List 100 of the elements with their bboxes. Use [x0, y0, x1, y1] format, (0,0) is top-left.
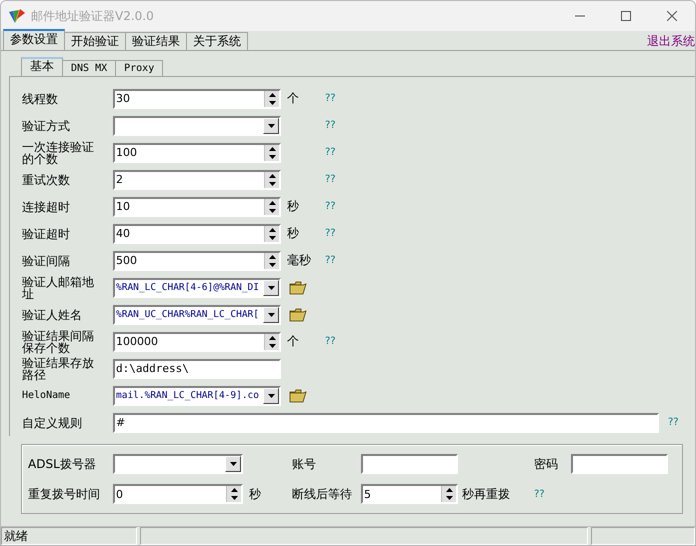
- unit-label: 秒: [248, 486, 262, 502]
- help-link[interactable]: ??: [325, 120, 336, 131]
- input-field[interactable]: 5: [363, 486, 441, 502]
- close-icon: [667, 11, 677, 21]
- help-link[interactable]: ??: [325, 174, 336, 185]
- down-arrow-icon: [230, 496, 238, 500]
- down-arrow-icon: [268, 394, 274, 398]
- folder-icon[interactable]: [289, 308, 307, 322]
- unit-label: 秒: [286, 225, 300, 242]
- spin-box[interactable]: 5: [361, 484, 458, 504]
- up-arrow-icon: [230, 488, 238, 492]
- spin-buttons[interactable]: [226, 486, 241, 502]
- tab[interactable]: 参数设置: [3, 29, 65, 50]
- spin-buttons[interactable]: [264, 334, 279, 350]
- input-field[interactable]: %RAN_UC_CHAR%RAN_LC_CHAR[: [115, 306, 263, 322]
- tab[interactable]: 基本: [21, 57, 63, 76]
- dropdown-button[interactable]: [263, 306, 279, 322]
- down-arrow-icon: [268, 124, 274, 128]
- down-arrow-icon: [268, 286, 274, 290]
- unit-label: 毫秒: [286, 252, 312, 269]
- tab[interactable]: 关于系统: [186, 32, 248, 50]
- window-title: 邮件地址验证器V2.0.0: [31, 8, 155, 24]
- input-field[interactable]: 500: [115, 252, 264, 268]
- down-arrow-icon: [230, 462, 236, 466]
- spin-buttons[interactable]: [264, 172, 279, 188]
- combo-box[interactable]: [113, 454, 243, 474]
- spin-box[interactable]: 10: [113, 196, 281, 216]
- text-box[interactable]: [361, 454, 458, 474]
- field-label: 连接超时: [22, 200, 71, 212]
- spin-box[interactable]: 2: [113, 170, 281, 190]
- dropdown-button[interactable]: [263, 118, 279, 134]
- field-label: 验证间隔: [22, 254, 71, 266]
- text-box[interactable]: [571, 454, 668, 474]
- spin-buttons[interactable]: [264, 226, 279, 242]
- field-label: 验证超时: [22, 228, 71, 240]
- down-arrow-icon: [268, 312, 274, 316]
- field-label: 验证人姓名: [22, 308, 83, 320]
- tab[interactable]: 开始验证: [64, 32, 126, 50]
- dropdown-button[interactable]: [225, 456, 241, 472]
- exit-link[interactable]: 退出系统: [647, 33, 695, 50]
- up-arrow-icon: [268, 174, 276, 178]
- input-field[interactable]: 10: [115, 198, 264, 214]
- field-label: 验证人邮箱地址: [22, 276, 95, 300]
- tab[interactable]: Proxy: [115, 60, 164, 76]
- input-field[interactable]: 100000: [115, 334, 264, 350]
- field-label: 一次连接验证的个数: [22, 140, 95, 164]
- spin-buttons[interactable]: [264, 252, 279, 268]
- down-arrow-icon: [446, 496, 452, 500]
- spin-box[interactable]: 0: [113, 484, 243, 504]
- down-arrow-icon: [268, 208, 276, 212]
- up-arrow-icon: [268, 254, 276, 258]
- unit-label: 个: [286, 333, 300, 350]
- unit-label: 秒再重拨: [461, 486, 511, 502]
- input-field[interactable]: 30: [115, 90, 264, 106]
- help-link[interactable]: ??: [325, 255, 336, 266]
- up-arrow-icon: [268, 336, 276, 340]
- input-field[interactable]: mail.%RAN_LC_CHAR[4-9].co: [115, 388, 263, 404]
- input-field[interactable]: 2: [115, 172, 264, 188]
- help-link[interactable]: ??: [668, 417, 679, 428]
- help-link[interactable]: ??: [325, 147, 336, 158]
- spin-buttons[interactable]: [264, 90, 279, 106]
- down-arrow-icon: [268, 344, 276, 348]
- input-field[interactable]: 40: [115, 226, 264, 242]
- folder-icon[interactable]: [289, 280, 307, 294]
- down-arrow-icon: [268, 100, 276, 104]
- input-field[interactable]: %RAN_LC_CHAR[4-6]@%RAN_DI: [115, 280, 263, 296]
- help-link[interactable]: ??: [534, 488, 571, 500]
- spin-buttons[interactable]: [264, 198, 279, 214]
- down-arrow-icon: [268, 154, 276, 158]
- down-arrow-icon: [268, 236, 276, 240]
- field-label: 验证方式: [22, 120, 71, 132]
- up-arrow-icon: [268, 200, 276, 204]
- field-label: ADSL拨号器: [28, 456, 97, 472]
- input-field[interactable]: 0: [115, 486, 226, 502]
- combo-box[interactable]: %RAN_UC_CHAR%RAN_LC_CHAR[: [113, 304, 281, 324]
- combo-box[interactable]: [113, 116, 281, 136]
- folder-icon[interactable]: [289, 388, 307, 402]
- dropdown-button[interactable]: [263, 388, 279, 404]
- field-label: 线程数: [22, 92, 59, 104]
- field-label: HeloName: [22, 390, 72, 402]
- spin-buttons[interactable]: [441, 486, 456, 502]
- spin-box[interactable]: 100000: [113, 332, 281, 352]
- spin-box[interactable]: 100: [113, 142, 281, 162]
- help-link[interactable]: ??: [325, 336, 336, 347]
- spin-box[interactable]: 30: [113, 88, 281, 108]
- help-link[interactable]: ??: [325, 228, 336, 239]
- unit-label: 个: [286, 90, 300, 107]
- combo-box[interactable]: %RAN_LC_CHAR[4-6]@%RAN_DI: [113, 278, 281, 298]
- dropdown-button[interactable]: [263, 280, 279, 296]
- up-arrow-icon: [268, 228, 276, 232]
- input-field[interactable]: 100: [115, 144, 264, 160]
- spin-box[interactable]: 40: [113, 224, 281, 244]
- spin-buttons[interactable]: [264, 144, 279, 160]
- spin-box[interactable]: 500: [113, 250, 281, 270]
- combo-box[interactable]: mail.%RAN_LC_CHAR[4-9].co: [113, 386, 281, 406]
- field-label: 重试次数: [22, 174, 71, 186]
- up-arrow-icon: [268, 146, 276, 150]
- help-link[interactable]: ??: [325, 93, 336, 104]
- field-label: 重复拨号时间: [28, 486, 101, 502]
- help-link[interactable]: ??: [325, 201, 336, 212]
